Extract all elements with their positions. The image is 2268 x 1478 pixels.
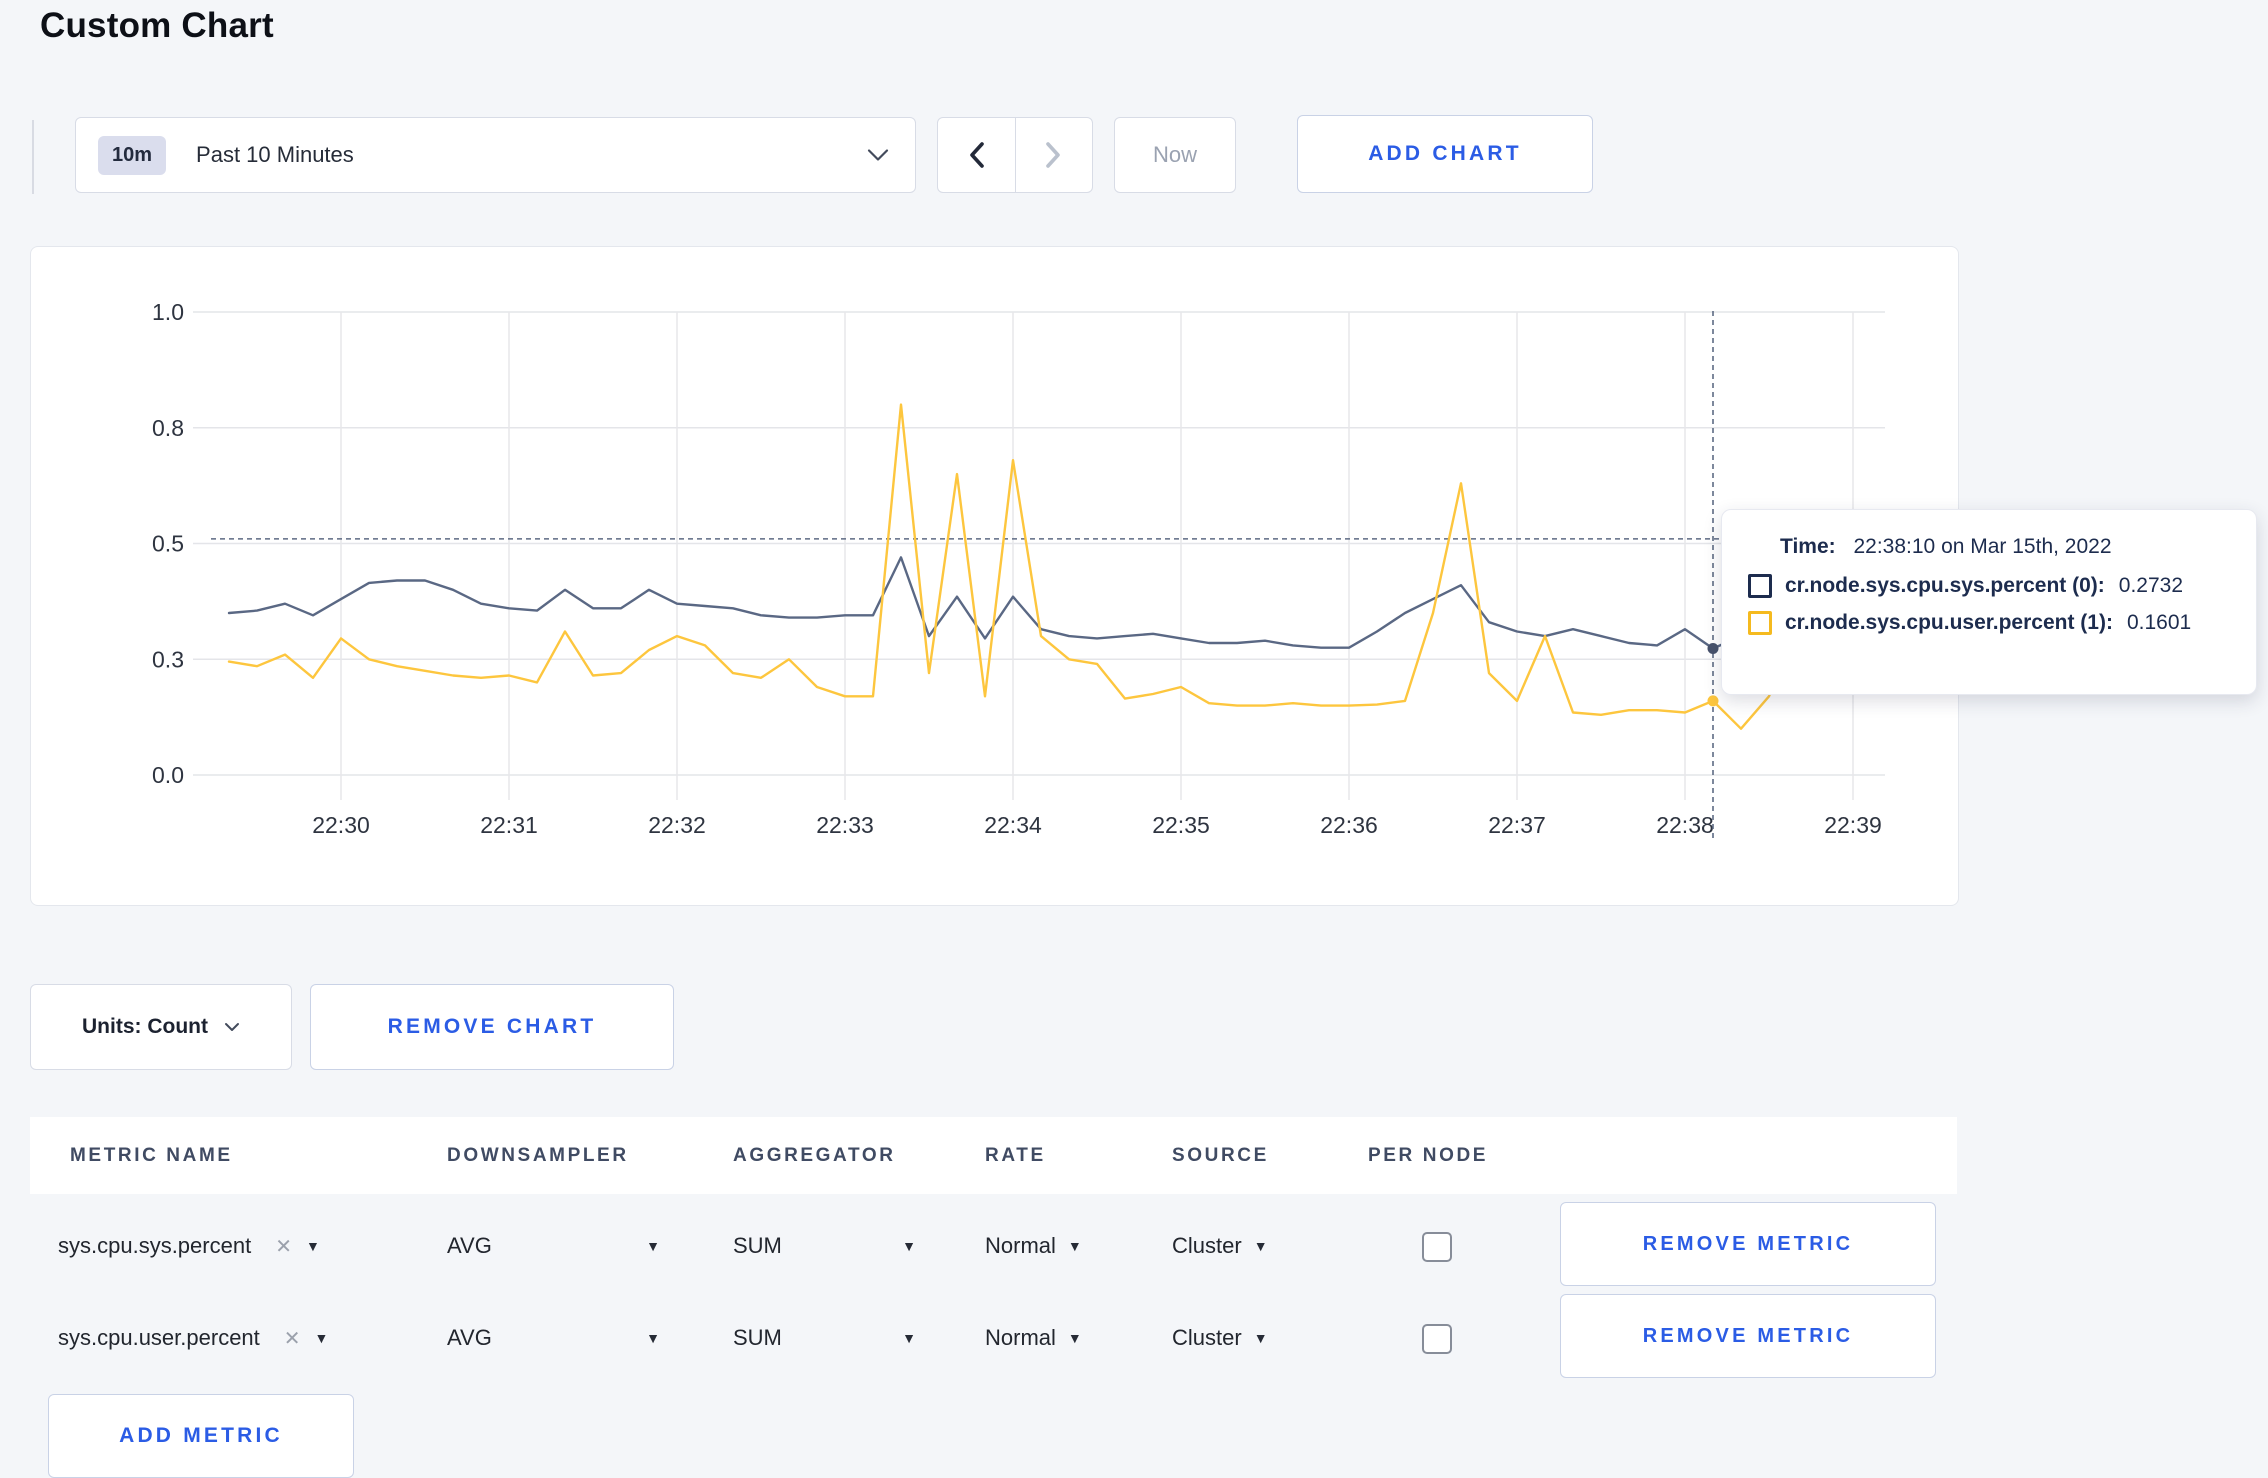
source-select[interactable]: Cluster ▼ — [1172, 1202, 1268, 1290]
header-per-node: PER NODE — [1368, 1144, 1489, 1166]
aggregator-select[interactable]: SUM ▼ — [733, 1202, 916, 1290]
tooltip-time-row: Time: 22:38:10 on Mar 15th, 2022 — [1780, 535, 2256, 559]
downsampler-value: AVG — [447, 1325, 492, 1350]
header-metric-name: METRIC NAME — [70, 1144, 233, 1166]
caret-down-icon: ▼ — [1253, 1330, 1268, 1346]
source-value: Cluster — [1172, 1325, 1242, 1350]
tooltip-series-row: cr.node.sys.cpu.sys.percent (0): 0.2732 — [1748, 574, 2256, 598]
tooltip-series-label: cr.node.sys.cpu.sys.percent (0): — [1785, 574, 2105, 597]
series-line — [227, 403, 1883, 730]
y-tick-label: 0.8 — [152, 415, 184, 441]
source-select[interactable]: Cluster ▼ — [1172, 1294, 1268, 1382]
crosshair-point — [1707, 695, 1719, 707]
rate-value: Normal — [985, 1325, 1056, 1350]
x-tick-label: 22:30 — [312, 812, 370, 838]
caret-down-icon: ▼ — [902, 1238, 916, 1254]
line-chart[interactable]: 0.0 0.3 0.5 0.8 1.0 22:30 22:31 22:32 22:33 22:34… — [31, 247, 1958, 905]
metric-name-select[interactable]: sys.cpu.user.percent ✕ ▼ — [58, 1294, 328, 1382]
chart-card: 0.0 0.3 0.5 0.8 1.0 22:30 22:31 22:32 22:33 22:34… — [30, 246, 1959, 906]
tooltip-time-label: Time: — [1780, 535, 1836, 558]
chevron-right-icon — [1046, 142, 1061, 168]
rate-value: Normal — [985, 1233, 1056, 1258]
x-tick-label: 22:33 — [816, 812, 874, 838]
units-dropdown[interactable]: Units: Count — [30, 984, 292, 1070]
metric-name-select[interactable]: sys.cpu.sys.percent ✕ ▼ — [58, 1202, 320, 1290]
chevron-down-icon — [867, 149, 889, 161]
tooltip-series-value: 0.1601 — [2126, 611, 2192, 634]
per-node-checkbox[interactable] — [1422, 1324, 1452, 1354]
sys-percent-swatch-icon — [1748, 574, 1772, 598]
clear-metric-icon[interactable]: ✕ — [284, 1326, 301, 1351]
chevron-down-icon — [224, 1023, 239, 1031]
caret-down-icon: ▼ — [1067, 1238, 1082, 1254]
time-range-label: Past 10 Minutes — [196, 142, 354, 167]
remove-metric-button[interactable]: REMOVE METRIC — [1560, 1202, 1936, 1286]
add-chart-button[interactable]: ADD CHART — [1297, 115, 1593, 193]
x-tick-label: 22:39 — [1824, 812, 1882, 838]
time-nav-group — [937, 117, 1093, 193]
time-range-badge: 10m — [98, 135, 167, 175]
metrics-table-header: METRIC NAME DOWNSAMPLER AGGREGATOR RATE … — [30, 1117, 1957, 1194]
page-title: Custom Chart — [40, 6, 274, 45]
custom-chart-page: Custom Chart 10m Past 10 Minutes Now ADD… — [0, 0, 2268, 1478]
header-source: SOURCE — [1172, 1144, 1269, 1166]
downsampler-select[interactable]: AVG ▼ — [447, 1294, 660, 1382]
y-tick-label: 0.3 — [152, 646, 184, 672]
tooltip-time-value: 22:38:10 on Mar 15th, 2022 — [1853, 535, 2112, 558]
x-tick-label: 22:37 — [1488, 812, 1546, 838]
header-downsampler: DOWNSAMPLER — [447, 1144, 629, 1166]
prev-time-button[interactable] — [938, 118, 1016, 192]
per-node-checkbox[interactable] — [1422, 1232, 1452, 1262]
header-aggregator: AGGREGATOR — [733, 1144, 896, 1166]
downsampler-select[interactable]: AVG ▼ — [447, 1202, 660, 1290]
now-button[interactable]: Now — [1114, 117, 1236, 193]
user-percent-swatch-icon — [1748, 611, 1772, 635]
y-tick-label: 0.5 — [152, 531, 184, 557]
aggregator-select[interactable]: SUM ▼ — [733, 1294, 916, 1382]
source-value: Cluster — [1172, 1233, 1242, 1258]
units-label: Units: Count — [82, 1015, 208, 1038]
next-time-button[interactable] — [1016, 118, 1093, 192]
metric-name-value: sys.cpu.user.percent — [58, 1325, 260, 1350]
metric-row: sys.cpu.sys.percent ✕ ▼ AVG ▼ SUM ▼ Norm… — [30, 1202, 1957, 1290]
time-range-dropdown[interactable]: 10m Past 10 Minutes — [75, 117, 916, 193]
aggregator-value: SUM — [733, 1233, 782, 1258]
y-tick-label: 0.0 — [152, 762, 184, 788]
remove-chart-button[interactable]: REMOVE CHART — [310, 984, 674, 1070]
chevron-left-icon — [969, 142, 984, 168]
caret-down-icon: ▼ — [646, 1330, 660, 1346]
caret-down-icon: ▼ — [646, 1238, 660, 1254]
tooltip-series-value: 0.2732 — [2118, 574, 2184, 597]
caret-down-icon: ▼ — [305, 1238, 320, 1254]
x-tick-label: 22:35 — [1152, 812, 1210, 838]
remove-metric-button[interactable]: REMOVE METRIC — [1560, 1294, 1936, 1378]
tooltip-series-row: cr.node.sys.cpu.user.percent (1): 0.1601 — [1748, 611, 2256, 635]
caret-down-icon: ▼ — [314, 1330, 329, 1346]
rate-select[interactable]: Normal ▼ — [985, 1294, 1082, 1382]
x-tick-label: 22:34 — [984, 812, 1042, 838]
caret-down-icon: ▼ — [1253, 1238, 1268, 1254]
toolbar-divider — [32, 120, 34, 194]
rate-select[interactable]: Normal ▼ — [985, 1202, 1082, 1290]
header-rate: RATE — [985, 1144, 1046, 1166]
x-tick-label: 22:31 — [480, 812, 538, 838]
y-tick-label: 1.0 — [152, 299, 184, 325]
tooltip-series-label: cr.node.sys.cpu.user.percent (1): — [1785, 611, 2113, 634]
add-metric-button[interactable]: ADD METRIC — [48, 1394, 354, 1478]
x-tick-label: 22:32 — [648, 812, 706, 838]
x-tick-label: 22:36 — [1320, 812, 1378, 838]
clear-metric-icon[interactable]: ✕ — [275, 1234, 292, 1259]
caret-down-icon: ▼ — [902, 1330, 916, 1346]
caret-down-icon: ▼ — [1067, 1330, 1082, 1346]
chart-tooltip: Time: 22:38:10 on Mar 15th, 2022 cr.node… — [1721, 509, 2257, 695]
series-line — [227, 556, 1883, 650]
crosshair-point — [1707, 643, 1719, 655]
metric-name-value: sys.cpu.sys.percent — [58, 1233, 252, 1258]
x-tick-label: 22:38 — [1656, 812, 1714, 838]
aggregator-value: SUM — [733, 1325, 782, 1350]
downsampler-value: AVG — [447, 1233, 492, 1258]
metric-row: sys.cpu.user.percent ✕ ▼ AVG ▼ SUM ▼ Nor… — [30, 1294, 1957, 1382]
